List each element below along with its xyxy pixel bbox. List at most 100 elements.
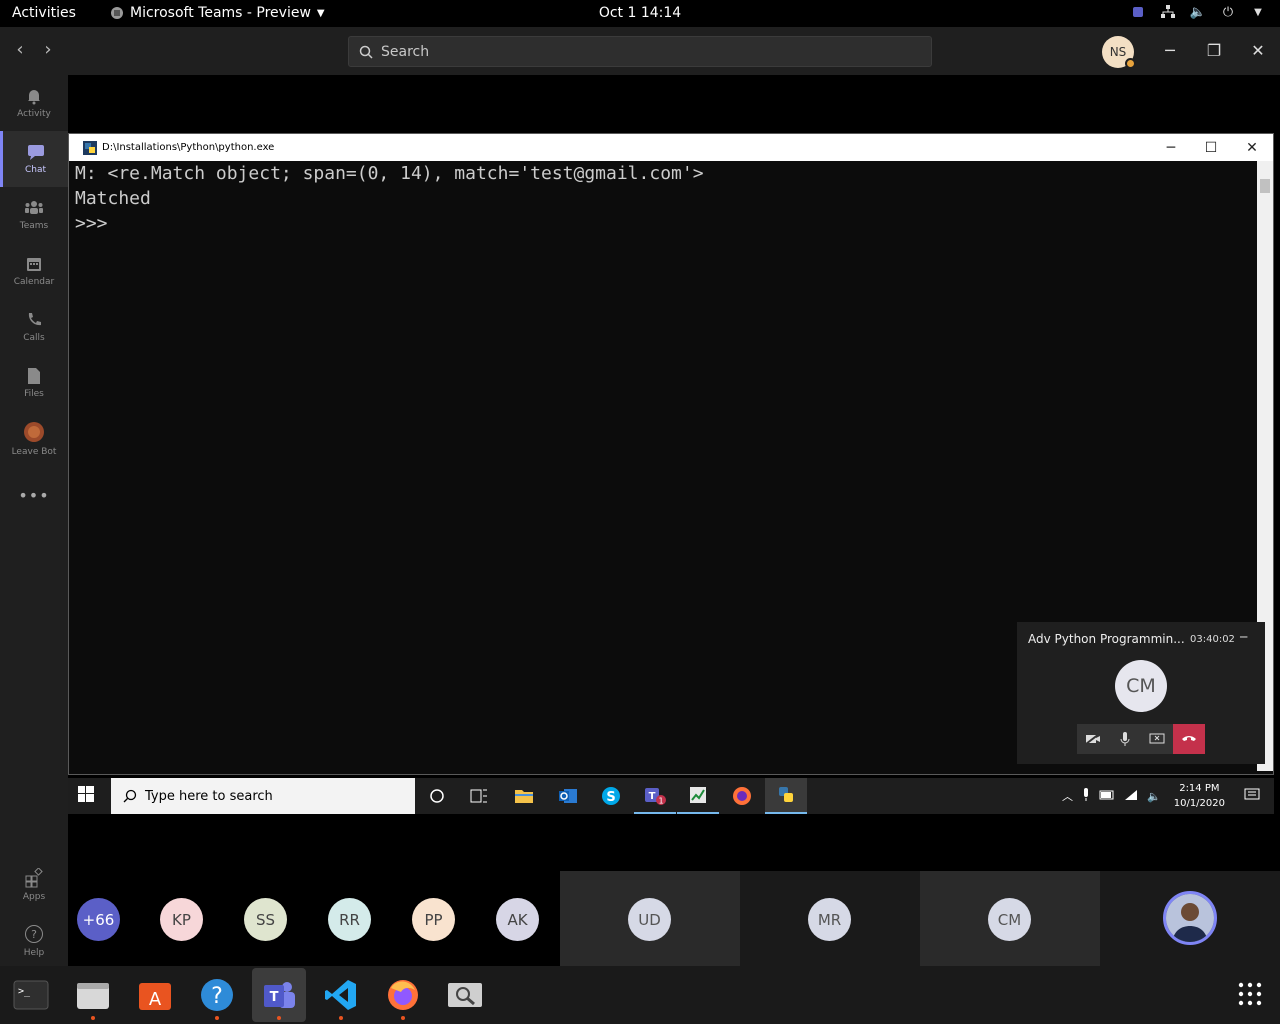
avatar — [1163, 891, 1217, 945]
participant-avatar[interactable]: KP — [160, 898, 203, 941]
chevron-down-icon[interactable]: ▼ — [1250, 4, 1266, 20]
taskbar-firefox[interactable] — [721, 778, 763, 814]
dock-screenshot[interactable] — [438, 968, 492, 1022]
rail-item-help[interactable]: ? Help — [0, 913, 68, 969]
app-menu[interactable]: Microsoft Teams - Preview ▼ — [110, 5, 325, 21]
dock-vscode[interactable] — [314, 968, 368, 1022]
meeting-duration: 03:40:02 — [1190, 634, 1235, 645]
search-box[interactable] — [348, 36, 932, 67]
windows-clock[interactable]: 2:14 PM 10/1/2020 — [1174, 781, 1225, 811]
rail-item-files[interactable]: Files — [0, 355, 68, 411]
activities-button[interactable]: Activities — [12, 5, 76, 21]
terminal-icon: >_ — [13, 980, 49, 1010]
avatar: CM — [1115, 660, 1167, 712]
maximize-button[interactable]: ☐ — [1201, 138, 1221, 158]
forward-button[interactable]: › — [36, 39, 60, 63]
dock-teams[interactable]: T — [252, 968, 306, 1022]
teams-icon: T — [264, 982, 295, 1008]
back-button[interactable]: ‹ — [8, 39, 32, 63]
battery-icon[interactable] — [1099, 790, 1115, 803]
chevron-down-icon: ▼ — [316, 7, 325, 19]
participant-avatar[interactable]: AK — [496, 898, 539, 941]
rail-item-teams[interactable]: Teams — [0, 187, 68, 243]
rail-label: Activity — [17, 109, 51, 119]
camera-off-button[interactable] — [1077, 724, 1109, 754]
rail-item-activity[interactable]: Activity — [0, 75, 68, 131]
windows-system-tray[interactable]: ︿ 🔈 2:14 PM 10/1/2020 — [1062, 778, 1274, 814]
avatar[interactable]: NS — [1102, 36, 1136, 69]
window-titlebar[interactable]: D:\Installations\Python\python.exe ─ ☐ ✕ — [69, 134, 1273, 161]
minimize-button[interactable]: ─ — [1161, 138, 1181, 158]
mic-icon[interactable] — [1082, 788, 1090, 804]
maximize-button[interactable]: ❐ — [1202, 39, 1226, 63]
dock-terminal[interactable]: >_ — [4, 968, 58, 1022]
scrollbar-thumb[interactable] — [1260, 179, 1270, 193]
power-icon[interactable]: ⏻ — [1220, 4, 1236, 20]
svg-text:?: ? — [211, 984, 223, 1009]
minimize-button[interactable]: ─ — [1158, 39, 1182, 63]
windows-search-box[interactable]: Type here to search — [111, 778, 415, 814]
rail-item-apps[interactable]: Apps — [0, 857, 68, 913]
rail-label: Apps — [22, 892, 46, 902]
dock-files[interactable] — [66, 968, 120, 1022]
mic-button[interactable] — [1109, 724, 1141, 754]
dock-firefox[interactable] — [376, 968, 430, 1022]
collapse-button[interactable]: ─ — [1240, 630, 1247, 644]
chevron-up-icon[interactable]: ︿ — [1062, 788, 1073, 804]
mini-meeting-window[interactable]: Adv Python Programmin... 03:40:02 ─ CM — [1017, 622, 1265, 764]
rail-item-chat[interactable]: Chat — [0, 131, 68, 187]
show-applications-button[interactable] — [1238, 982, 1262, 1010]
clock[interactable]: Oct 1 14:14 — [599, 5, 681, 21]
firefox-icon — [388, 980, 418, 1010]
volume-icon[interactable]: 🔈 — [1190, 4, 1206, 20]
teams-tray-icon[interactable] — [1130, 4, 1146, 20]
help-icon: ? — [201, 979, 233, 1011]
speaker-icon[interactable]: 🔈 — [1147, 790, 1161, 803]
taskbar-file-explorer[interactable] — [503, 778, 545, 814]
taskbar-skype[interactable]: S — [590, 778, 632, 814]
windows-taskbar: Type here to search S T1 ︿ 🔈 2:14 PM 10/… — [68, 778, 1274, 814]
help-icon: ? — [25, 925, 43, 943]
ellipsis-icon: ••• — [18, 485, 50, 505]
console-line: Matched — [75, 188, 151, 209]
task-view-button[interactable] — [458, 778, 500, 814]
overflow-participants-badge[interactable]: +66 — [77, 898, 120, 941]
cortana-button[interactable] — [416, 778, 458, 814]
stop-sharing-button[interactable] — [1141, 724, 1173, 754]
taskbar-teams[interactable]: T1 — [634, 778, 676, 814]
participant-tile[interactable]: MR — [740, 871, 920, 966]
wifi-icon[interactable] — [1124, 789, 1138, 804]
participant-tile[interactable]: CM — [920, 871, 1100, 966]
taskbar-sheet-app[interactable] — [677, 778, 719, 814]
windows-start-button[interactable] — [78, 786, 94, 806]
participant-tile[interactable]: UD — [560, 871, 740, 966]
running-indicator — [215, 1016, 219, 1020]
taskbar-python[interactable] — [765, 778, 807, 814]
close-button[interactable]: ✕ — [1242, 138, 1262, 158]
participant-avatar[interactable]: SS — [244, 898, 287, 941]
rail-label: Files — [24, 389, 44, 399]
participant-avatar[interactable]: RR — [328, 898, 371, 941]
network-icon[interactable] — [1160, 4, 1176, 20]
participant-avatar[interactable]: PP — [412, 898, 455, 941]
python-icon — [83, 140, 97, 155]
teams-icon — [25, 201, 43, 214]
meeting-title: Adv Python Programmin... — [1028, 632, 1185, 646]
teams-badge-count: 1 — [658, 797, 663, 806]
dock-software[interactable]: A — [128, 968, 182, 1022]
participant-tile-self[interactable] — [1100, 871, 1280, 966]
system-tray[interactable]: 🔈 ⏻ ▼ — [1130, 4, 1266, 20]
more-apps-button[interactable]: ••• — [0, 467, 68, 523]
rail-item-calendar[interactable]: Calendar — [0, 243, 68, 299]
rail-item-leave-bot[interactable]: Leave Bot — [0, 411, 68, 467]
python-icon — [779, 787, 793, 802]
dock-help[interactable]: ? — [190, 968, 244, 1022]
rail-item-calls[interactable]: Calls — [0, 299, 68, 355]
search-icon — [359, 45, 373, 59]
taskbar-outlook[interactable] — [547, 778, 589, 814]
close-button[interactable]: ✕ — [1246, 39, 1270, 63]
search-input[interactable] — [381, 43, 881, 60]
hang-up-button[interactable] — [1173, 724, 1205, 754]
avatar-initials: PP — [424, 910, 443, 929]
notification-icon[interactable] — [1244, 788, 1260, 805]
